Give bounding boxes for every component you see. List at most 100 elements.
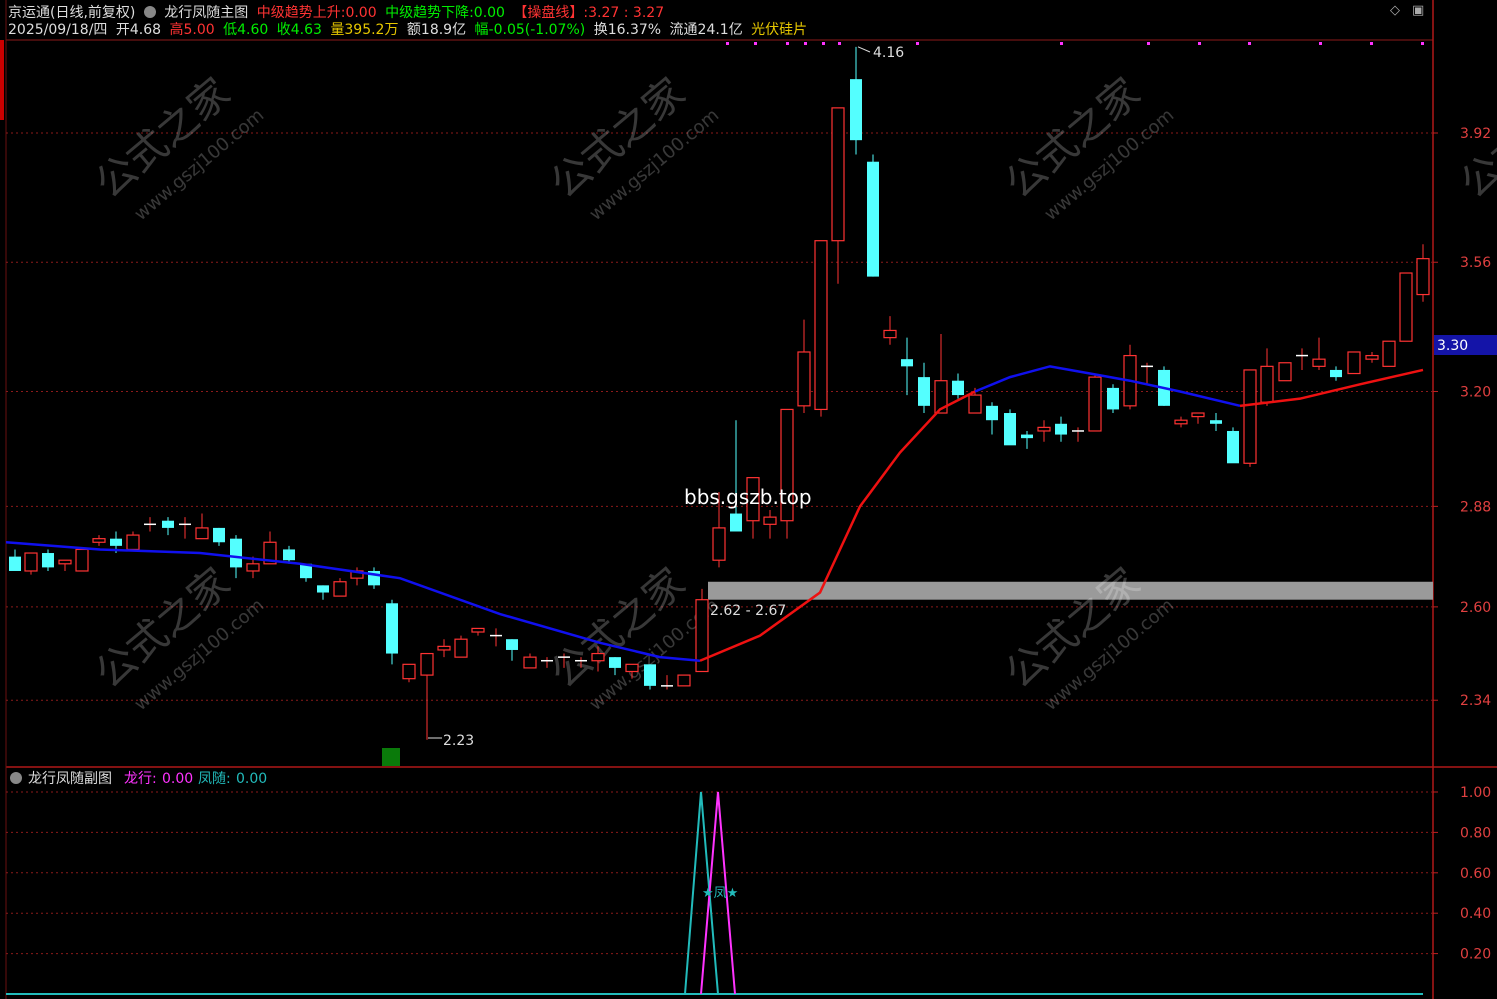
top-marker — [1421, 42, 1424, 45]
top-marker — [838, 42, 841, 45]
watermark: 公式之家www.gszj100.com — [1452, 70, 1497, 225]
top-marker — [786, 42, 789, 45]
top-marker — [1198, 42, 1201, 45]
y-axis-label: 3.92 — [1460, 126, 1491, 142]
candle-up — [24, 552, 38, 572]
candle-down — [1021, 434, 1033, 439]
candle-up — [831, 107, 845, 242]
y-axis-label: 2.88 — [1460, 499, 1491, 515]
candle-up — [454, 638, 468, 658]
candle-up — [1347, 351, 1361, 375]
candle-up — [1243, 369, 1257, 464]
candle-down — [986, 405, 998, 421]
sub-y-axis-label: 0.80 — [1460, 825, 1491, 841]
candle-down — [9, 556, 21, 571]
candle-up — [591, 652, 605, 662]
candle-up — [126, 534, 140, 551]
candle-up — [523, 656, 537, 669]
watermark: 公式之家www.gszj100.com — [87, 560, 268, 715]
y-axis-label: 3.20 — [1460, 384, 1491, 400]
candle-up — [1365, 354, 1379, 360]
sub-title[interactable]: 龙行凤随副图 — [28, 771, 112, 787]
watermark: 公式之家www.gszj100.com — [87, 70, 268, 225]
candle-up — [58, 559, 72, 565]
candle-up — [471, 627, 485, 633]
candle-down — [1004, 413, 1016, 446]
candle-up — [883, 329, 897, 339]
candle-down — [162, 520, 174, 528]
candle-down — [644, 664, 656, 686]
candle-down — [1210, 420, 1222, 424]
candle-up — [1382, 340, 1396, 367]
candle-down — [110, 538, 122, 546]
candle-up — [814, 240, 828, 411]
candle-down — [867, 161, 879, 277]
candle-down — [730, 513, 742, 532]
candle-up — [1037, 426, 1051, 432]
annot-low: 2.23 — [443, 733, 474, 749]
candle-up — [1416, 258, 1430, 296]
candle-down — [1227, 430, 1239, 464]
candle-up — [75, 548, 89, 572]
sub-y-axis-label: 0.40 — [1460, 906, 1491, 922]
candle-down — [952, 380, 964, 396]
feng-marker: ★凤★ — [702, 886, 738, 901]
candle-down — [230, 538, 242, 568]
candle-down — [283, 549, 295, 561]
candle-down — [901, 359, 913, 367]
candle-up — [333, 581, 347, 597]
candle-down — [317, 585, 329, 593]
candle-down — [506, 639, 518, 650]
support-zone — [708, 581, 1433, 600]
candle-up — [1399, 272, 1413, 342]
top-marker — [726, 42, 729, 45]
candle-down — [42, 553, 54, 568]
watermark-site: bbs.gszb.top — [684, 485, 812, 509]
candle-up — [968, 394, 982, 414]
sub-y-axis-label: 1.00 — [1460, 785, 1491, 801]
candle-down — [1107, 387, 1119, 410]
y-axis-label: 3.56 — [1460, 255, 1491, 271]
top-marker — [1248, 42, 1251, 45]
y-axis-label: 2.34 — [1460, 693, 1491, 709]
watermark: 公式之家www.gszj100.com — [542, 70, 723, 225]
annot-high: 4.16 — [873, 45, 904, 61]
candle-down — [609, 657, 621, 668]
top-marker — [822, 42, 825, 45]
chart-canvas: 公式之家www.gszj100.com 公式之家www.gszj100.com 公式… — [5, 0, 1497, 999]
candle-down — [850, 79, 862, 141]
top-marker — [754, 42, 757, 45]
watermark: 公式之家www.gszj100.com — [997, 560, 1178, 715]
price-tag-text: 3.30 — [1437, 338, 1468, 354]
top-marker — [1319, 42, 1322, 45]
top-marker — [804, 42, 807, 45]
die-badge — [382, 748, 400, 766]
zone-label: 2.62 - 2.67 — [710, 603, 786, 619]
candle-up — [763, 516, 777, 525]
long-value: 0.00 — [162, 771, 193, 787]
sub-y-axis-label: 0.60 — [1460, 866, 1491, 882]
feng-label: 凤随: — [198, 771, 231, 787]
candle-up — [195, 527, 209, 540]
candle-up — [402, 663, 416, 680]
candle-up — [420, 652, 434, 676]
candle-up — [92, 538, 106, 543]
feng-value: 0.00 — [236, 771, 267, 787]
top-marker — [1370, 42, 1373, 45]
candle-down — [213, 527, 225, 543]
candle-down — [386, 603, 398, 654]
candle-up — [1174, 419, 1188, 425]
candle-up — [437, 645, 451, 651]
candle-down — [918, 377, 930, 406]
top-marker — [916, 42, 919, 45]
candle-up — [797, 351, 811, 407]
candle-up — [1312, 358, 1326, 367]
y-axis-label: 2.60 — [1460, 600, 1491, 616]
candle-up — [246, 563, 260, 572]
watermark: 公式之家www.gszj100.com — [997, 70, 1178, 225]
top-marker — [1060, 42, 1063, 45]
candle-down — [1055, 423, 1067, 435]
candle-up — [712, 527, 726, 561]
sub-y-axis-label: 0.20 — [1460, 947, 1491, 963]
sub-menu-icon — [10, 772, 22, 784]
